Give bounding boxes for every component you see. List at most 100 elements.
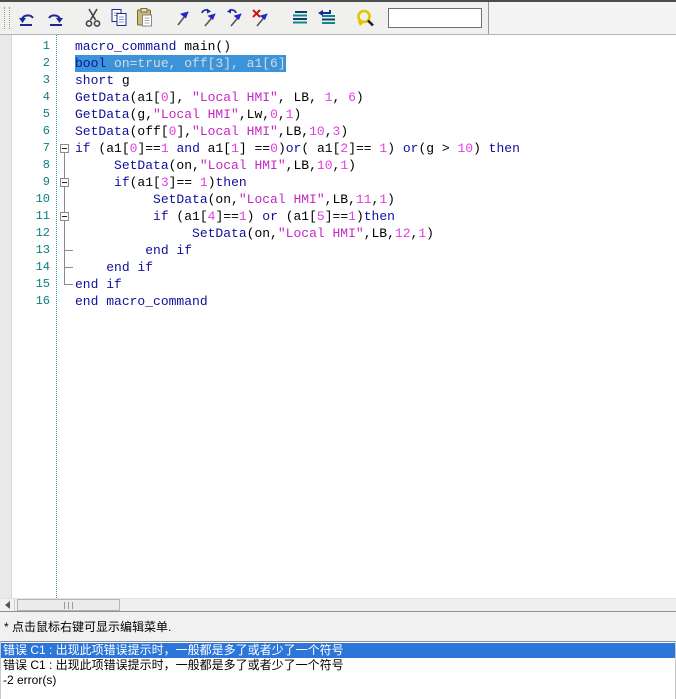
goto-list-icon [316,7,338,29]
fold-margin [57,259,74,276]
code-text: end if [75,242,192,259]
fold-marker[interactable] [60,212,69,221]
fold-line [65,284,73,285]
error-row[interactable]: 错误 C1 : 出现此项错误提示时，一般都是多了或者少了一个符号 [1,643,675,658]
editor-hint: * 点击鼠标右键可显示编辑菜单. [4,620,171,634]
undo-button[interactable] [15,5,41,31]
paste-button[interactable] [132,5,158,31]
line-number: 2 [0,55,50,72]
fold-marker[interactable] [60,178,69,187]
bookmark-previous-button[interactable] [223,5,249,31]
fold-margin [57,191,74,208]
bookmark-clear-button[interactable] [249,5,275,31]
fold-margin [57,276,74,293]
scrollbar-thumb[interactable] [17,599,120,611]
fold-line [65,267,73,268]
line-number: 11 [0,208,50,225]
code-line[interactable]: 6 SetData(off[0],"Local HMI",LB,10,3) [0,123,676,140]
redo-icon [43,7,65,29]
find-button[interactable] [353,5,379,31]
line-number: 4 [0,89,50,106]
line-number: 14 [0,259,50,276]
fold-line [64,225,65,242]
scroll-left-arrow-icon [5,601,10,609]
redo-button[interactable] [41,5,67,31]
line-number: 15 [0,276,50,293]
code-line[interactable]: 14 end if [0,259,676,276]
line-number: 5 [0,106,50,123]
goto-list-button[interactable] [314,5,340,31]
cut-button[interactable] [80,5,106,31]
code-line[interactable]: 9 if(a1[3]== 1)then [0,174,676,191]
fold-margin [57,225,74,242]
find-icon [355,7,377,29]
code-line[interactable]: 15 end if [0,276,676,293]
toolbar-band [0,2,489,34]
code-line[interactable]: 1 macro_command main() [0,38,676,55]
undo-icon [17,7,39,29]
code-line[interactable]: 4GetData(a1[0], "Local HMI", LB, 1, 6) [0,89,676,106]
line-number: 13 [0,242,50,259]
bookmark-toggle-icon [173,7,195,29]
macro-editor-window: 1 macro_command main() 2 bool on=true, off[… [0,0,676,699]
line-number: 3 [0,72,50,89]
code-text: GetData(g,"Local HMI",Lw,0,1) [75,106,301,123]
paste-icon [134,7,156,29]
line-number: 6 [0,123,50,140]
code-text: end if [75,276,122,293]
code-line[interactable]: 11 if (a1[4]==1) or (a1[5]==1)then [0,208,676,225]
line-number: 7 [0,140,50,157]
horizontal-scrollbar[interactable] [0,598,676,612]
fold-marker[interactable] [60,144,69,153]
bookmark-next-button[interactable] [197,5,223,31]
indent-list-button[interactable] [288,5,314,31]
code-text: if (a1[0]==1 and a1[1] ==0)or( a1[2]== 1… [75,140,520,157]
status-bar: * 点击鼠标右键可显示编辑菜单. [0,612,676,641]
code-text: bool on=true, off[3], a1[6] [75,55,286,72]
code-line[interactable]: 7 if (a1[0]==1 and a1[1] ==0)or( a1[2]== … [0,140,676,157]
code-line[interactable]: 12 SetData(on,"Local HMI",LB,12,1) [0,225,676,242]
code-line[interactable]: 2 bool on=true, off[3], a1[6] [0,55,676,72]
line-number: 10 [0,191,50,208]
code-editor[interactable]: 1 macro_command main() 2 bool on=true, off[… [0,35,676,598]
code-text: short g [75,72,130,89]
line-number: 8 [0,157,50,174]
fold-margin [57,208,74,225]
code-line[interactable]: 5 GetData(g,"Local HMI",Lw,0,1) [0,106,676,123]
line-number: 12 [0,225,50,242]
thumb-grip-icon [64,602,73,609]
bookmark-toggle-button[interactable] [171,5,197,31]
code-text: SetData(on,"Local HMI",LB,11,1) [75,191,395,208]
code-line[interactable]: 16end macro_command [0,293,676,310]
fold-margin [57,242,74,259]
error-list[interactable]: 错误 C1 : 出现此项错误提示时，一般都是多了或者少了一个符号错误 C1 : … [0,641,676,699]
code-line[interactable]: 10 SetData(on,"Local HMI",LB,11,1) [0,191,676,208]
code-line[interactable]: 3 short g [0,72,676,89]
code-text: SetData(off[0],"Local HMI",LB,10,3) [75,123,348,140]
code-line[interactable]: 13 end if [0,242,676,259]
copy-button[interactable] [106,5,132,31]
toolbar-filler [489,2,676,34]
search-input[interactable] [388,8,482,28]
code-line[interactable]: 8 SetData(on,"Local HMI",LB,10,1) [0,157,676,174]
code-text: macro_command main() [75,38,231,55]
code-lines: 1 macro_command main() 2 bool on=true, off[… [0,35,676,310]
error-summary-row[interactable]: -2 error(s) [1,673,675,688]
error-row[interactable]: 错误 C1 : 出现此项错误提示时，一般都是多了或者少了一个符号 [1,658,675,673]
fold-line [64,191,65,208]
bookmark-clear-icon [251,7,273,29]
line-number: 16 [0,293,50,310]
code-text: end if [75,259,153,276]
line-number: 1 [0,38,50,55]
toolbar-grip[interactable] [4,7,10,29]
code-text: SetData(on,"Local HMI",LB,12,1) [75,225,434,242]
scroll-left-button[interactable] [0,599,15,611]
line-number: 9 [0,174,50,191]
code-text: if (a1[4]==1) or (a1[5]==1)then [75,208,395,225]
indent-list-icon [290,7,312,29]
fold-margin [57,174,74,191]
toolbar [0,0,676,35]
cut-icon [82,7,104,29]
code-text: if(a1[3]== 1)then [75,174,247,191]
fold-margin [57,140,74,157]
